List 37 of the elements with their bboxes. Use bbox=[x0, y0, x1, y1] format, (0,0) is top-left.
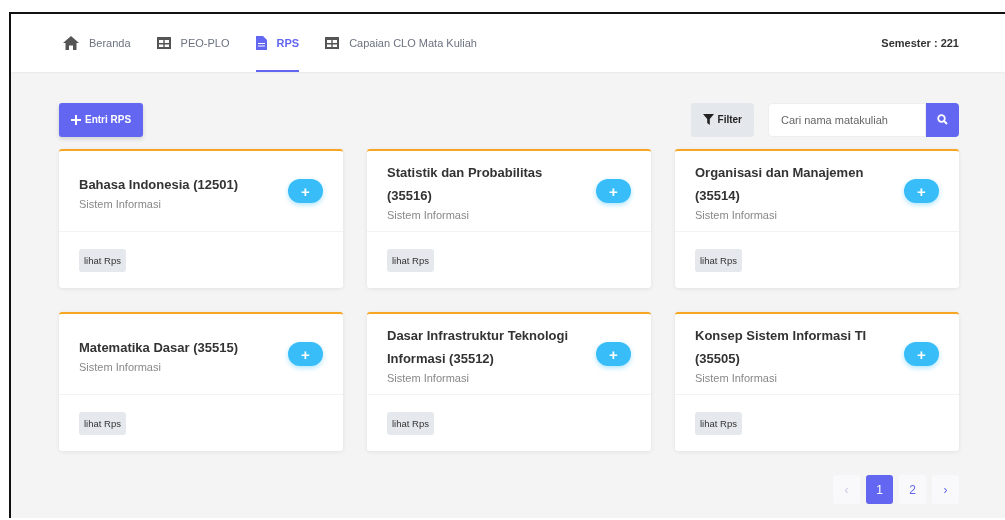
document-icon bbox=[255, 36, 267, 50]
filter-icon bbox=[702, 114, 714, 125]
view-rps-button[interactable]: lihat Rps bbox=[695, 411, 742, 435]
view-rps-button[interactable]: lihat Rps bbox=[387, 248, 434, 272]
program-name: Sistem Informasi bbox=[79, 360, 162, 373]
program-name: Sistem Informasi bbox=[387, 372, 470, 384]
search-button[interactable] bbox=[926, 102, 959, 137]
home-icon bbox=[63, 36, 79, 50]
page-button[interactable]: 1 bbox=[866, 475, 893, 504]
semester-label: Semester : 221 bbox=[881, 37, 959, 49]
program-name: Sistem Informasi bbox=[79, 197, 162, 210]
nav-tab[interactable]: RPS bbox=[255, 14, 300, 72]
filter-button[interactable]: Filter bbox=[690, 102, 754, 137]
program-name: Sistem Informasi bbox=[695, 209, 778, 221]
course-title: Matematika Dasar (35515) bbox=[79, 338, 239, 357]
add-rps-button[interactable]: Entri RPS bbox=[59, 102, 144, 137]
course-title: Organisasi dan Manajemen (35514) bbox=[695, 164, 865, 205]
view-rps-button[interactable]: lihat Rps bbox=[79, 411, 126, 435]
nav-tab[interactable]: PEO-PLO bbox=[156, 14, 230, 72]
search-field[interactable]: Cari nama matakuliah bbox=[768, 102, 926, 137]
course-title: Dasar Infrastruktur Teknologi Informasi (35512) bbox=[387, 327, 570, 368]
page-button[interactable]: › bbox=[932, 475, 959, 504]
program-name: Sistem Informasi bbox=[387, 209, 470, 221]
program-name: Sistem Informasi bbox=[695, 372, 778, 384]
nav-tab[interactable]: Beranda bbox=[63, 14, 131, 72]
table-icon bbox=[156, 37, 171, 49]
view-rps-button[interactable]: lihat Rps bbox=[79, 248, 126, 272]
plus-icon bbox=[71, 114, 81, 125]
page-button[interactable]: 2 bbox=[899, 475, 926, 504]
course-title: Bahasa Indonesia (12501) bbox=[79, 175, 239, 194]
course-title: Statistik dan Probabilitas (35516) bbox=[387, 164, 544, 205]
view-rps-button[interactable]: lihat Rps bbox=[695, 248, 742, 272]
table-icon bbox=[325, 37, 340, 49]
course-title: Konsep Sistem Informasi TI (35505) bbox=[695, 327, 868, 368]
search-icon bbox=[937, 114, 948, 125]
view-rps-button[interactable]: lihat Rps bbox=[387, 411, 434, 435]
nav-tab[interactable]: Capaian CLO Mata Kuliah bbox=[325, 14, 477, 72]
